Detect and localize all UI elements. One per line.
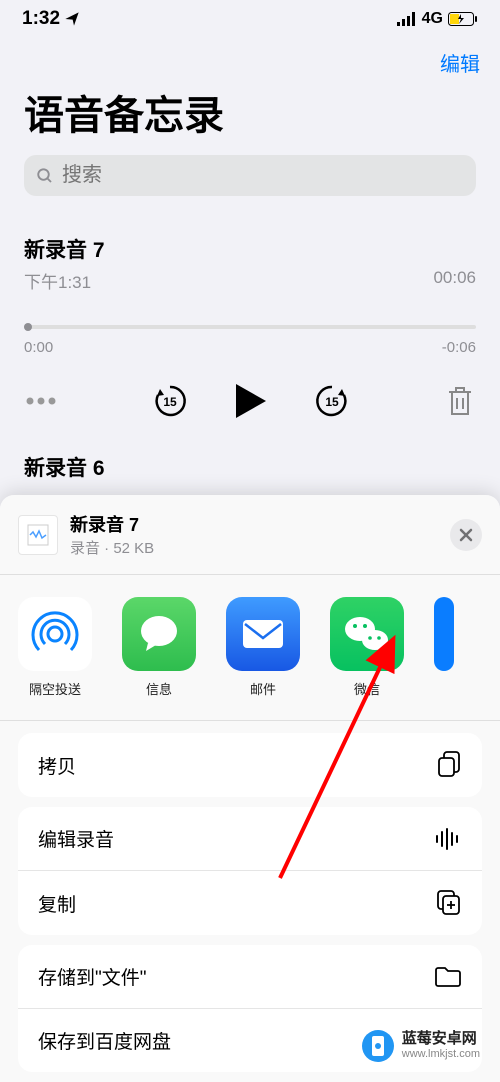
app-messages[interactable]: 信息 (122, 597, 196, 698)
file-thumbnail-icon (18, 515, 58, 555)
share-apps-row: 隔空投送 信息 邮件 微信 (0, 574, 500, 721)
play-icon[interactable] (234, 382, 268, 420)
share-actions: 拷贝 编辑录音 复制 存储到"文件" 保存到百度网盘 (0, 721, 500, 1072)
share-file-name: 新录音 7 (70, 511, 438, 537)
action-label: 存储到"文件" (38, 963, 147, 990)
action-save-files[interactable]: 存储到"文件" (18, 945, 482, 1008)
edit-button[interactable]: 编辑 (440, 48, 480, 77)
app-mail[interactable]: 邮件 (226, 597, 300, 698)
search-box[interactable] (24, 155, 476, 196)
action-label: 编辑录音 (38, 825, 114, 852)
waveform-icon (434, 828, 462, 850)
share-file-meta: 录音 · 52 KB (70, 537, 438, 558)
recording-item[interactable]: 新录音 7 下午1:31 00:06 0:00 -0:06 15 15 (0, 218, 500, 432)
watermark-icon (362, 1030, 394, 1062)
action-label: 复制 (38, 890, 76, 917)
airdrop-icon (28, 607, 82, 661)
pos-end: -0:06 (442, 339, 476, 356)
page-title: 语音备忘录 (0, 83, 500, 155)
rewind-15-icon[interactable]: 15 (152, 383, 188, 419)
copy-icon (436, 751, 462, 779)
action-duplicate[interactable]: 复制 (18, 870, 482, 935)
app-airdrop[interactable]: 隔空投送 (18, 597, 92, 698)
playback-slider[interactable] (24, 325, 476, 329)
search-input[interactable] (62, 164, 464, 187)
status-right: 4G (397, 10, 478, 28)
recording-item-2[interactable]: 新录音 6 (0, 432, 500, 482)
close-button[interactable] (450, 519, 482, 551)
action-label: 保存到百度网盘 (38, 1027, 171, 1054)
pos-start: 0:00 (24, 339, 53, 356)
watermark: 蓝莓安卓网 www.lmkjst.com (362, 1030, 480, 1062)
folder-icon (434, 966, 462, 988)
duplicate-icon (436, 889, 462, 917)
signal-icon (397, 12, 417, 26)
slider-thumb[interactable] (24, 323, 32, 331)
status-time-area: 1:32 (22, 8, 80, 30)
svg-text:15: 15 (325, 395, 339, 409)
watermark-url: www.lmkjst.com (402, 1048, 480, 1061)
more-icon[interactable] (26, 395, 56, 407)
action-edit-recording[interactable]: 编辑录音 (18, 807, 482, 870)
app-label: 邮件 (250, 679, 276, 698)
app-label: 信息 (146, 679, 172, 698)
recording-time: 下午1:31 (24, 268, 91, 293)
location-icon (64, 11, 80, 27)
status-time: 1:32 (22, 8, 60, 30)
wechat-icon (342, 612, 392, 656)
app-wechat[interactable]: 微信 (330, 597, 404, 698)
svg-text:15: 15 (163, 395, 177, 409)
forward-15-icon[interactable]: 15 (314, 383, 350, 419)
action-label: 拷贝 (38, 752, 76, 779)
network-label: 4G (422, 10, 443, 28)
app-partial[interactable] (434, 597, 454, 698)
app-label: 隔空投送 (29, 679, 81, 698)
recording-2-title: 新录音 6 (24, 457, 105, 480)
recording-meta: 下午1:31 00:06 (24, 268, 476, 293)
search-icon (36, 167, 54, 185)
action-copy[interactable]: 拷贝 (18, 733, 482, 797)
playback-controls: 15 15 (24, 382, 476, 420)
close-icon (459, 528, 473, 542)
sheet-header: 新录音 7 录音 · 52 KB (0, 511, 500, 574)
recording-duration: 00:06 (433, 268, 476, 293)
mail-icon (239, 616, 287, 652)
status-bar: 1:32 4G (0, 0, 500, 34)
watermark-title: 蓝莓安卓网 (402, 1030, 480, 1048)
recording-title: 新录音 7 (24, 234, 476, 264)
nav-bar: 编辑 (0, 34, 500, 83)
app-label: 微信 (354, 679, 380, 698)
messages-icon (136, 611, 182, 657)
share-sheet: 新录音 7 录音 · 52 KB 隔空投送 信息 邮件 (0, 495, 500, 1082)
file-info: 新录音 7 录音 · 52 KB (70, 511, 438, 558)
slider-times: 0:00 -0:06 (24, 339, 476, 356)
battery-icon (448, 12, 478, 26)
trash-icon[interactable] (446, 385, 474, 417)
